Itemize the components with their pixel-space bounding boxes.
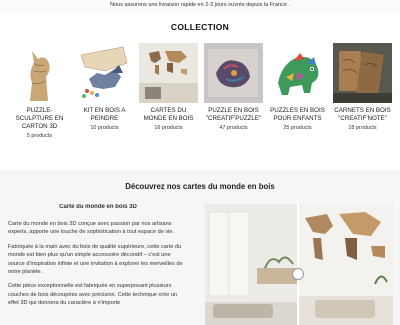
feature-paragraph: Carte du monde en bois 3D conçue avec pa… [8, 221, 175, 236]
collection-name[interactable]: PUZZLE-SCULPTURE EN CARTON 3D [10, 107, 69, 131]
collection-card-creatif-puzzle[interactable]: PUZZLE EN BOIS "CREATIF'PUZZLE" 47 produ… [204, 43, 263, 163]
collection-image-dinosaur[interactable] [268, 43, 327, 103]
comparison-divider[interactable] [297, 204, 299, 325]
collection-image-world-map[interactable] [139, 43, 198, 103]
collection-card-world-maps[interactable]: CARTES DU MONDE EN BOIS 16 products [139, 43, 198, 163]
collection-card-notebooks[interactable]: CARNETS EN BOIS "CREATIF'NOTE" 18 produc… [333, 43, 392, 163]
collection-name[interactable]: KIT EN BOIS A PEINDRE [75, 107, 134, 123]
collection-image-puzzle[interactable] [204, 43, 263, 103]
collection-card-kids-puzzles[interactable]: PUZZLES EN BOIS POUR ENFANTS 25 products [268, 43, 327, 163]
collection-card-paint-kit[interactable]: KIT EN BOIS A PEINDRE 10 products [75, 43, 134, 163]
feature-subtitle: Carte du monde en bois 3D [59, 204, 137, 210]
collection-name[interactable]: PUZZLE EN BOIS "CREATIF'PUZZLE" [204, 107, 263, 123]
announcement-text: Nous assurons une livraison rapide en 2-… [110, 2, 290, 8]
collection-count: 10 products [90, 125, 119, 131]
collection-name[interactable]: CARNETS EN BOIS "CREATIF'NOTE" [333, 107, 392, 123]
collection-count: 25 products [283, 125, 312, 131]
comparison-image[interactable] [205, 204, 393, 325]
collection-count: 18 products [348, 125, 377, 131]
collection-image-unicorn[interactable] [10, 43, 69, 103]
announcement-bar: Nous assurons une livraison rapide en 2-… [0, 0, 400, 13]
collection-count: 47 products [219, 125, 248, 131]
collection-count: 5 products [26, 133, 53, 139]
feature-paragraph: Fabriquée à la main avec du bois de qual… [8, 243, 183, 276]
collection-image-notebooks[interactable] [333, 43, 392, 103]
feature-text: Carte du monde en bois 3D Carte du monde… [8, 204, 188, 325]
collection-name[interactable]: PUZZLES EN BOIS POUR ENFANTS [268, 107, 327, 123]
collection-name[interactable]: CARTES DU MONDE EN BOIS [139, 107, 198, 123]
collection-grid: PUZZLE-SCULPTURE EN CARTON 3D 5 products… [10, 43, 396, 163]
collection-image-paint-kit[interactable] [75, 43, 134, 103]
collection-card-puzzle-sculpture[interactable]: PUZZLE-SCULPTURE EN CARTON 3D 5 products [10, 43, 69, 163]
feature-paragraph: Cette pièce exceptionnelle est fabriquée… [8, 283, 178, 307]
comparison-slider-handle[interactable] [292, 268, 304, 280]
collection-title: COLLECTION [170, 22, 230, 32]
feature-title: Découvrez nos cartes du monde en bois [125, 182, 275, 191]
collection-count: 16 products [154, 125, 183, 131]
